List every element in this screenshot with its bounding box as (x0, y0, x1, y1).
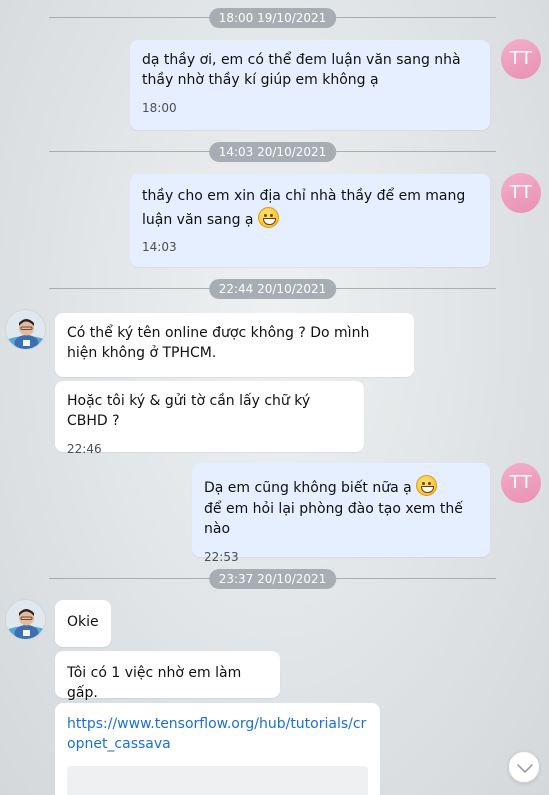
message-time: 14:03 (142, 240, 177, 254)
scroll-to-bottom-button[interactable] (508, 751, 540, 783)
user-photo-avatar[interactable] (5, 599, 46, 640)
avatar-tt[interactable]: TT (501, 463, 541, 503)
message-bubble-received[interactable]: Tôi có 1 việc nhờ em làm gấp. (55, 651, 280, 701)
message-link[interactable]: https://www.tensorflow.org/hub/tutorials… (67, 716, 366, 752)
date-divider: 18:00 19/10/2021 (49, 8, 496, 28)
message-time: 22:53 (204, 550, 239, 564)
message-bubble-sent[interactable]: thầy cho em xin địa chỉ nhà thầy để em m… (130, 174, 490, 267)
avatar-photo-icon (6, 600, 45, 639)
message-bubble-received[interactable]: Hoặc tôi ký & gửi tờ cần lấy chữ ký CBHD… (55, 381, 364, 456)
date-pill: 23:37 20/10/2021 (208, 569, 337, 589)
message-text: Hoặc tôi ký & gửi tờ cần lấy chữ ký CBHD… (67, 393, 311, 429)
chevron-down-icon (517, 764, 533, 773)
message-time: 22:46 (67, 442, 102, 456)
message-text: thầy cho em xin địa chỉ nhà thầy để em m… (142, 188, 466, 228)
message-time: 18:00 (142, 101, 177, 115)
date-divider: 22:44 20/10/2021 (49, 279, 496, 299)
grinning-face-emoji-icon (257, 207, 279, 228)
date-pill: 18:00 19/10/2021 (208, 8, 337, 28)
message-text-line1: Dạ em cũng không biết nữa ạ (204, 480, 412, 496)
avatar-tt[interactable]: TT (501, 39, 541, 79)
message-text: dạ thầy ơi, em có thể đem luận văn sang … (142, 52, 461, 88)
message-text: Okie (67, 614, 99, 630)
message-text: Có thể ký tên online được không ? Do mìn… (67, 325, 370, 361)
date-pill: 22:44 20/10/2021 (208, 279, 337, 299)
message-text-line2: để em hỏi lại phòng đào tạo xem thế nào (204, 501, 463, 537)
message-bubble-received[interactable]: Okie (55, 600, 111, 647)
avatar-tt[interactable]: TT (501, 173, 541, 213)
user-photo-avatar[interactable] (5, 309, 46, 350)
message-text: Tôi có 1 việc nhờ em làm gấp. (67, 665, 242, 701)
date-divider: 14:03 20/10/2021 (49, 142, 496, 162)
avatar-photo-icon (6, 310, 45, 349)
message-bubble-sent[interactable]: dạ thầy ơi, em có thể đem luận văn sang … (130, 40, 490, 130)
link-preview[interactable] (67, 766, 368, 795)
message-bubble-received[interactable]: https://www.tensorflow.org/hub/tutorials… (55, 703, 380, 795)
message-bubble-sent[interactable]: Dạ em cũng không biết nữa ạ để em hỏi lạ… (192, 463, 490, 564)
grinning-face-emoji-icon (416, 475, 438, 496)
date-pill: 14:03 20/10/2021 (208, 142, 337, 162)
message-bubble-received[interactable]: Có thể ký tên online được không ? Do mìn… (55, 313, 414, 377)
date-divider: 23:37 20/10/2021 (49, 569, 496, 589)
